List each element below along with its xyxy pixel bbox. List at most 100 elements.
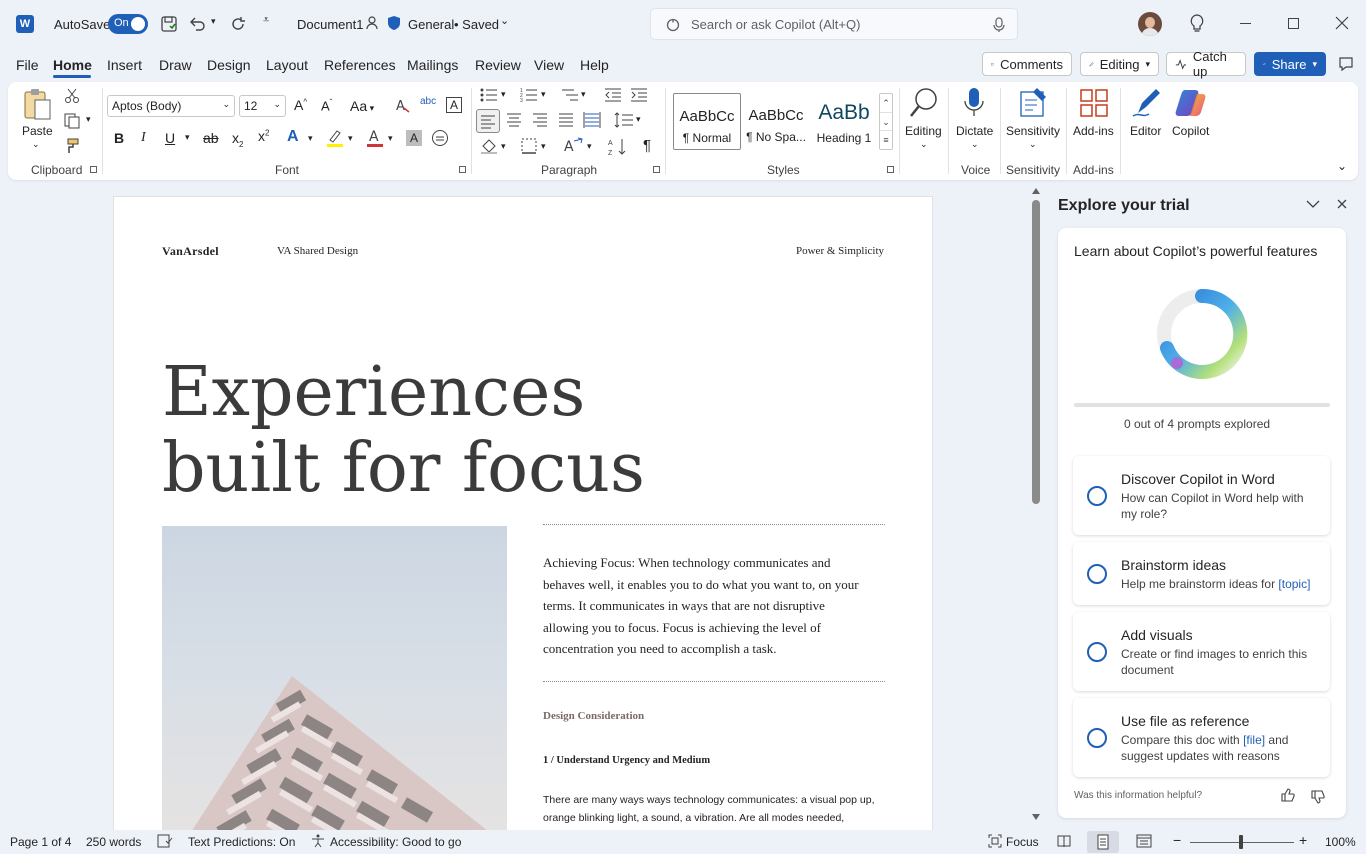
customize-toolbar-icon[interactable]: ⩡ <box>263 15 269 26</box>
font-size-select[interactable]: 12 ⌄ <box>239 95 286 117</box>
undo-dropdown-icon[interactable]: ▾ <box>211 17 216 26</box>
tab-help[interactable]: Help <box>580 57 609 73</box>
microphone-icon[interactable] <box>963 87 985 119</box>
numbering-dropdown-icon[interactable]: ▾ <box>541 90 546 99</box>
tab-file[interactable]: File <box>16 57 39 73</box>
word-count[interactable]: 250 words <box>86 835 141 849</box>
focus-icon[interactable] <box>988 834 1002 848</box>
style-heading-1[interactable]: AaBb Heading 1 <box>812 93 876 150</box>
chevron-down-icon[interactable]: ⌄ <box>880 112 892 130</box>
subscript-icon[interactable]: x2 <box>232 131 243 149</box>
document-name[interactable]: Document1 <box>297 17 363 32</box>
bullets-icon[interactable] <box>480 87 498 103</box>
chevron-up-icon[interactable]: ⌃ <box>880 94 892 112</box>
chevron-down-icon[interactable]: ⌄ <box>920 140 928 149</box>
distributed-icon[interactable] <box>583 111 601 129</box>
asian-layout-icon[interactable]: A <box>564 137 584 155</box>
borders-dropdown-icon[interactable]: ▾ <box>541 142 546 151</box>
chevron-down-icon[interactable]: ⌄ <box>1029 140 1037 149</box>
print-layout-button[interactable] <box>1087 831 1119 853</box>
radio-icon[interactable] <box>1087 642 1107 662</box>
tab-references[interactable]: References <box>324 57 396 73</box>
paste-dropdown-icon[interactable]: ⌄ <box>32 140 40 149</box>
grow-font-icon[interactable]: A^ <box>294 98 307 112</box>
phonetic-guide-icon[interactable] <box>431 129 449 147</box>
superscript-icon[interactable]: x2 <box>258 129 269 143</box>
read-mode-icon[interactable] <box>1057 834 1071 848</box>
borders-icon[interactable] <box>520 137 538 155</box>
search-input[interactable]: Search or ask Copilot (Alt+Q) <box>691 17 860 32</box>
shading-dropdown-icon[interactable]: ▾ <box>501 142 506 151</box>
microphone-icon[interactable] <box>993 17 1005 33</box>
align-left-button[interactable] <box>476 109 500 133</box>
copilot-button[interactable]: Copilot <box>1172 124 1209 138</box>
prompt-placeholder-token[interactable]: [file] <box>1243 733 1265 747</box>
align-right-icon[interactable] <box>531 111 549 129</box>
line-spacing-dropdown-icon[interactable]: ▾ <box>636 115 641 124</box>
italic-icon[interactable]: I <box>141 131 146 145</box>
character-border-icon[interactable]: A <box>446 97 462 113</box>
sort-icon[interactable]: AZ <box>608 137 628 157</box>
change-case-icon[interactable]: Aa ▾ <box>350 99 374 113</box>
numbering-icon[interactable]: 123 <box>520 87 538 103</box>
magnifier-icon[interactable] <box>909 87 939 119</box>
tab-draw[interactable]: Draw <box>159 57 192 73</box>
bold-icon[interactable]: B <box>114 131 124 145</box>
radio-icon[interactable] <box>1087 728 1107 748</box>
zoom-level[interactable]: 100% <box>1325 835 1356 849</box>
chevron-down-icon[interactable]: ⌄ <box>971 140 979 149</box>
tab-design[interactable]: Design <box>207 57 251 73</box>
accessibility-status[interactable]: Accessibility: Good to go <box>330 835 461 849</box>
format-painter-icon[interactable] <box>64 138 80 154</box>
underline-dropdown-icon[interactable]: ▾ <box>185 133 190 142</box>
sensitivity-icon[interactable] <box>1019 86 1049 118</box>
minimize-icon[interactable] <box>1240 23 1251 24</box>
align-center-icon[interactable] <box>505 111 523 129</box>
feedback-icon[interactable] <box>1338 56 1354 72</box>
asian-layout-dropdown-icon[interactable]: ▾ <box>587 142 592 151</box>
tab-home[interactable]: Home <box>53 57 92 73</box>
web-layout-icon[interactable] <box>1136 834 1152 848</box>
proofing-icon[interactable] <box>157 834 173 848</box>
catch-up-button[interactable]: Catch up <box>1166 49 1246 79</box>
add-ins-icon[interactable] <box>1079 88 1109 118</box>
editor-icon[interactable] <box>1130 87 1162 119</box>
dictate-button[interactable]: Dictate <box>956 124 993 138</box>
dialog-launcher-icon[interactable] <box>90 166 97 173</box>
lightbulb-icon[interactable] <box>1190 14 1204 34</box>
zoom-slider-thumb[interactable] <box>1239 835 1243 849</box>
more-styles-icon[interactable]: ≡ <box>880 130 892 148</box>
autosave-toggle[interactable]: On <box>108 14 148 34</box>
justify-icon[interactable] <box>557 111 575 129</box>
thumbs-down-icon[interactable] <box>1311 790 1325 804</box>
sensitivity-button[interactable]: Sensitivity <box>1006 124 1060 138</box>
editing-button[interactable]: Editing <box>905 124 942 138</box>
highlight-dropdown-icon[interactable]: ▾ <box>348 134 353 143</box>
close-pane-icon[interactable] <box>1337 199 1347 209</box>
scroll-up-icon[interactable] <box>1032 188 1040 194</box>
copy-dropdown-icon[interactable]: ▾ <box>86 115 91 124</box>
sensitivity-label[interactable]: General <box>408 17 454 32</box>
increase-indent-icon[interactable] <box>630 87 648 103</box>
editor-button[interactable]: Editor <box>1130 124 1161 138</box>
font-color-icon[interactable]: A <box>366 128 384 148</box>
chevron-down-icon[interactable]: ⌄ <box>500 16 509 27</box>
tab-layout[interactable]: Layout <box>266 57 308 73</box>
radio-icon[interactable] <box>1087 564 1107 584</box>
maximize-icon[interactable] <box>1288 18 1299 29</box>
text-effects-icon[interactable]: abc <box>420 97 436 107</box>
decrease-indent-icon[interactable] <box>604 87 622 103</box>
avatar[interactable] <box>1138 12 1162 36</box>
tab-view[interactable]: View <box>534 57 564 73</box>
dialog-launcher-icon[interactable] <box>653 166 660 173</box>
undo-icon[interactable] <box>188 15 206 33</box>
tab-mailings[interactable]: Mailings <box>407 57 458 73</box>
redo-icon[interactable] <box>229 15 247 33</box>
document-page[interactable]: VanArsdel VA Shared Design Power & Simpl… <box>113 196 933 836</box>
thumbs-up-icon[interactable] <box>1281 788 1295 802</box>
dialog-launcher-icon[interactable] <box>459 166 466 173</box>
scroll-thumb[interactable] <box>1032 200 1040 504</box>
shading-icon[interactable] <box>480 137 498 155</box>
font-family-select[interactable]: Aptos (Body) ⌄ <box>107 95 235 117</box>
multilevel-dropdown-icon[interactable]: ▾ <box>581 90 586 99</box>
